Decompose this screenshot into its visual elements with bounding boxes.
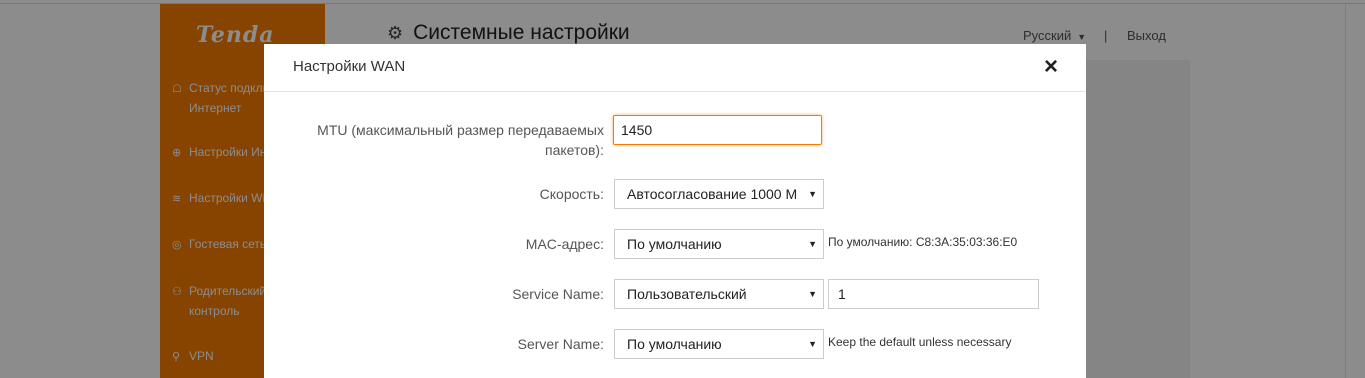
server-name-hint: Keep the default unless necessary [828, 335, 1012, 349]
speed-label: Скорость: [539, 186, 604, 202]
mtu-input[interactable]: 1450 [613, 115, 822, 145]
speed-select[interactable]: Автосогласование 1000 M ▼ [614, 179, 824, 209]
server-name-label: Server Name: [517, 336, 604, 352]
mac-default-hint: По умолчанию: C8:3A:35:03:36:E0 [828, 235, 1018, 249]
speed-select-value: Автосогласование 1000 M [627, 186, 798, 202]
close-icon[interactable]: × [1044, 54, 1058, 80]
modal-header: Настройки WAN × [264, 44, 1086, 92]
service-name-select-value: Пользовательский [627, 286, 747, 302]
server-name-select-value: По умолчанию [627, 336, 722, 352]
chevron-down-icon: ▼ [808, 239, 817, 249]
mtu-label: MTU (максимальный размер передаваемых па… [317, 122, 604, 158]
service-name-select[interactable]: Пользовательский ▼ [614, 279, 824, 309]
chevron-down-icon: ▼ [808, 339, 817, 349]
chevron-down-icon: ▼ [808, 189, 817, 199]
wan-settings-modal: Настройки WAN × MTU (максимальный размер… [264, 44, 1086, 378]
mac-select[interactable]: По умолчанию ▼ [614, 229, 824, 259]
server-name-select[interactable]: По умолчанию ▼ [614, 329, 824, 359]
mac-select-value: По умолчанию [627, 236, 722, 252]
modal-title: Настройки WAN [293, 58, 406, 75]
service-name-label: Service Name: [512, 286, 604, 302]
mac-label: MAC-адрес: [525, 236, 604, 252]
service-name-input[interactable]: 1 [828, 279, 1039, 309]
chevron-down-icon: ▼ [808, 289, 817, 299]
